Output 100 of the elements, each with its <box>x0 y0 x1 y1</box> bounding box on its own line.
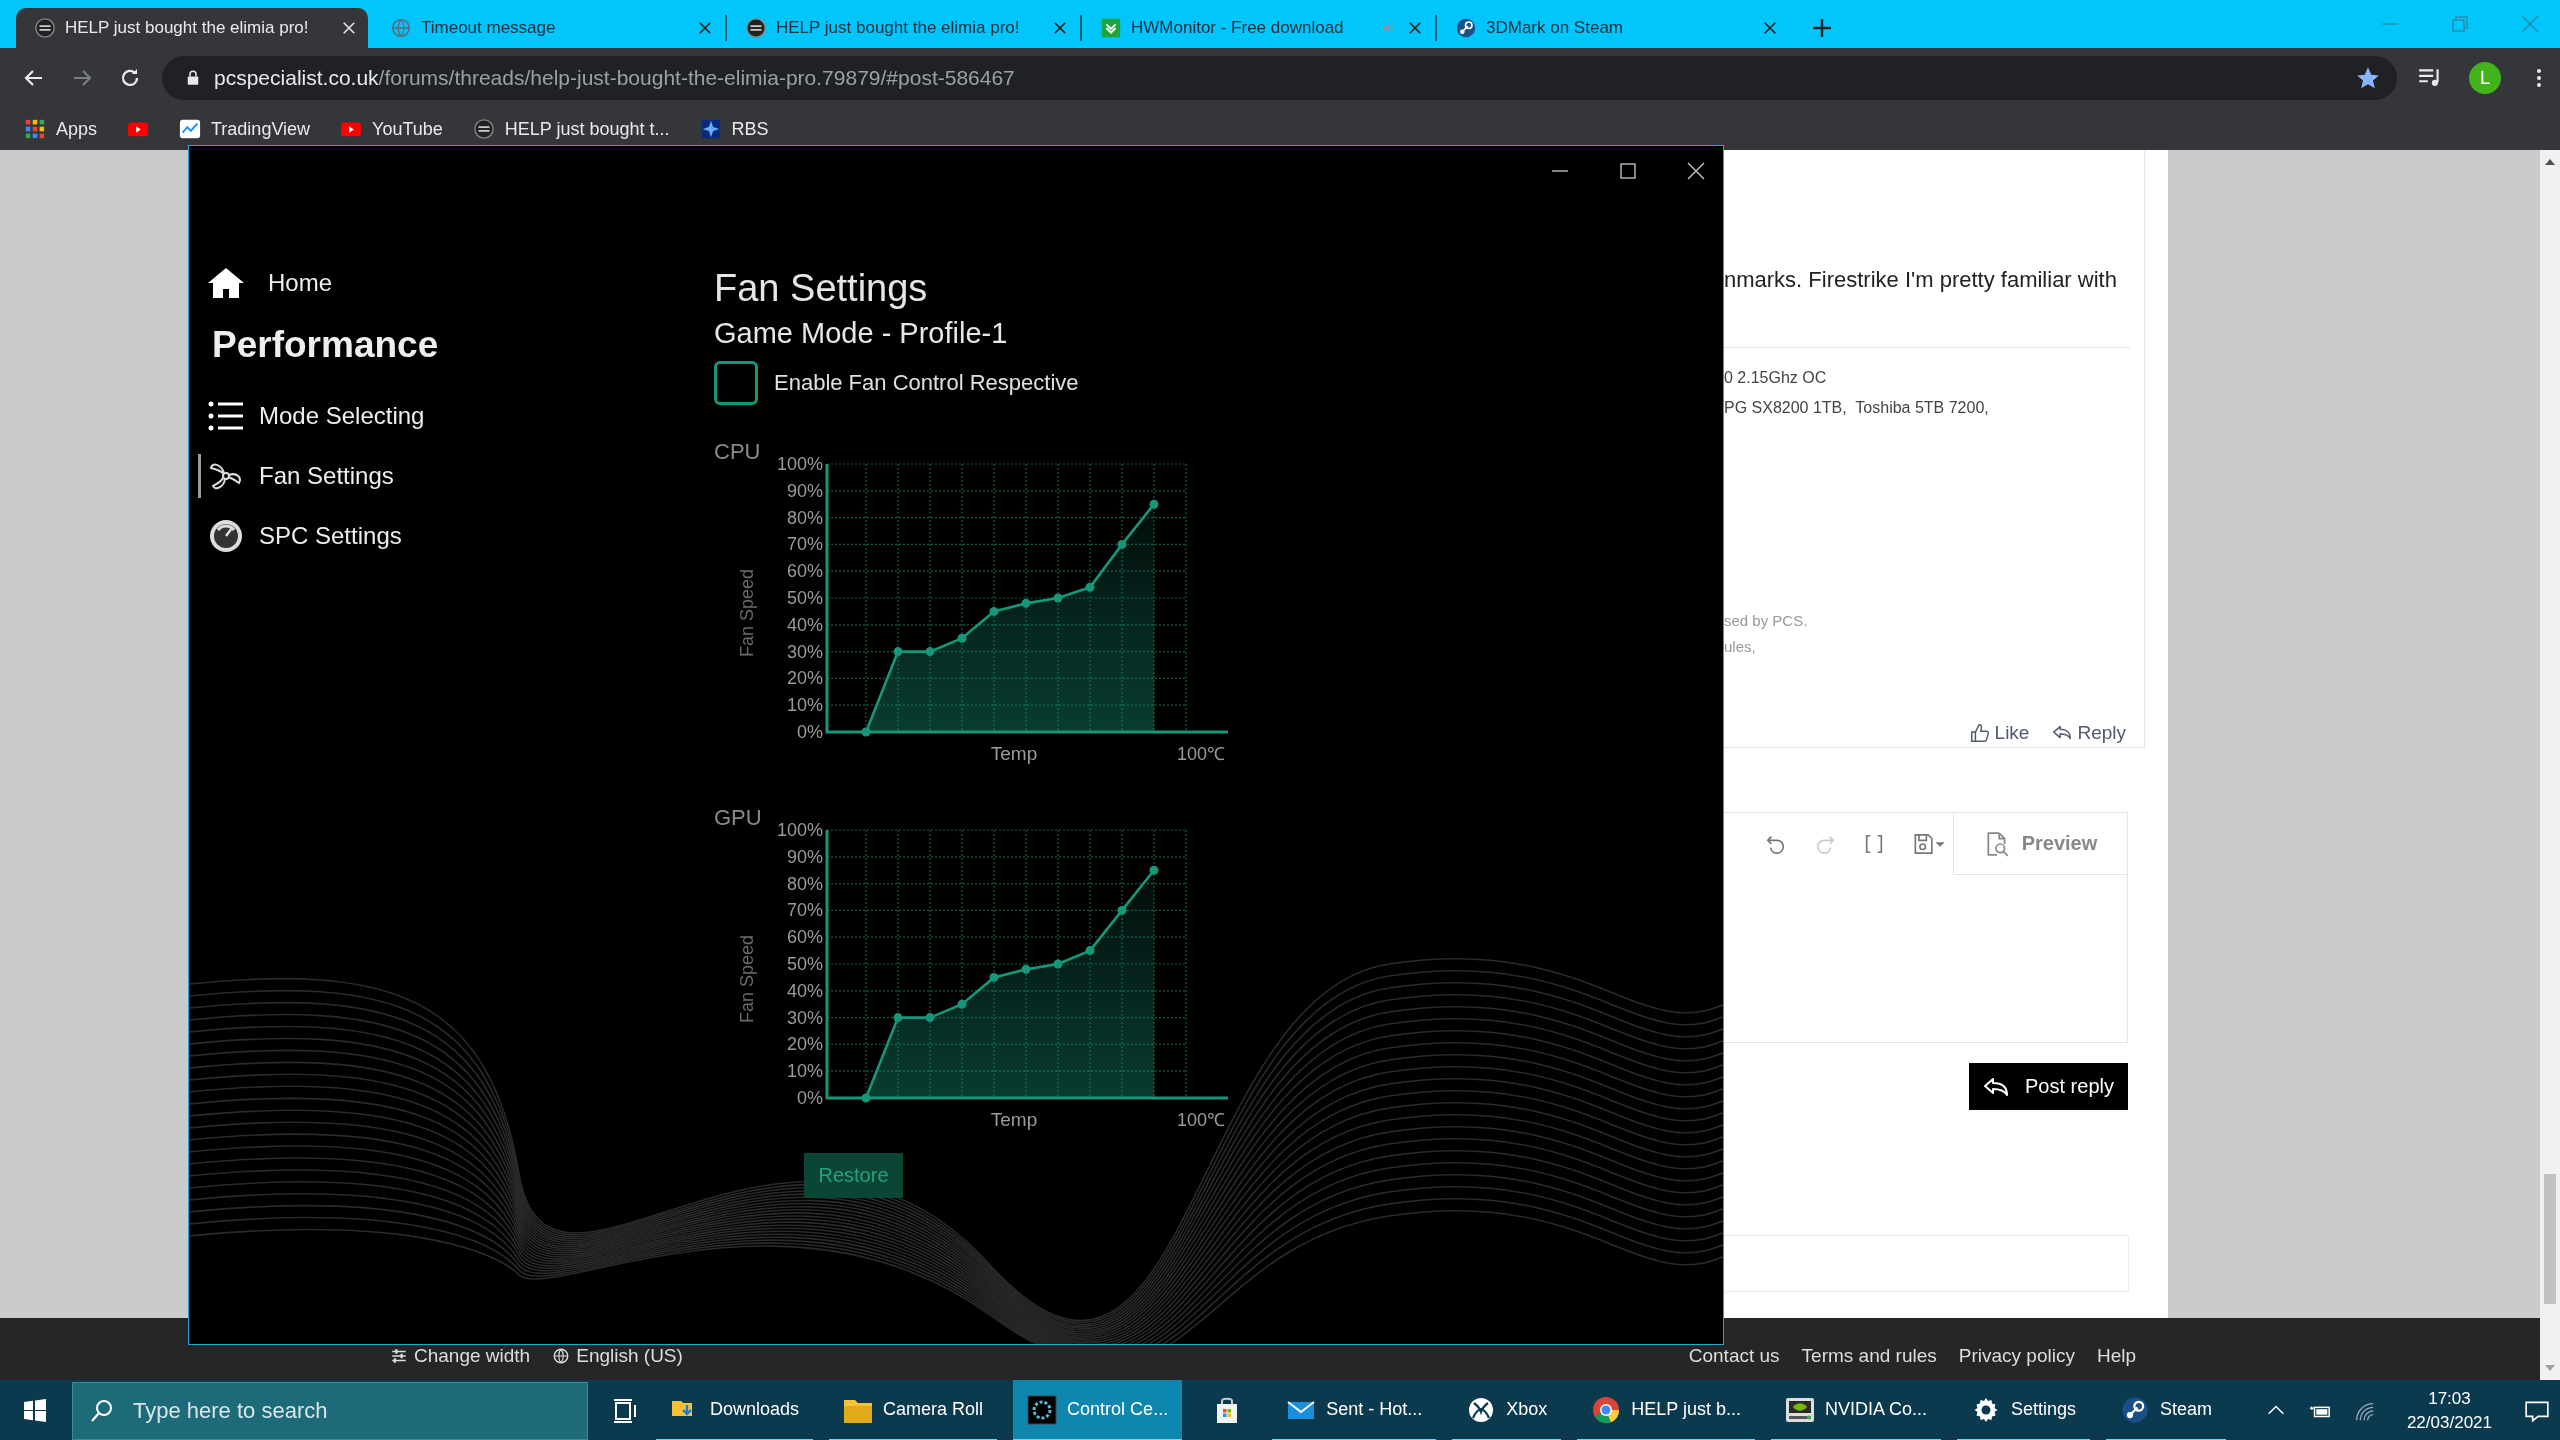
close-icon[interactable] <box>1053 21 1067 35</box>
checkbox-square[interactable] <box>714 361 758 405</box>
curve-point[interactable] <box>861 1093 871 1103</box>
taskbar-app[interactable]: HELP just b... <box>1577 1380 1755 1440</box>
home-link[interactable]: Home <box>198 262 701 304</box>
curve-point[interactable] <box>893 647 903 657</box>
curve-point[interactable] <box>989 606 999 616</box>
star-logo-icon <box>699 118 722 140</box>
reply-button[interactable]: Reply <box>2051 722 2126 744</box>
close-icon[interactable] <box>698 21 712 35</box>
taskbar-app[interactable]: Xbox <box>1452 1380 1562 1440</box>
y-axis-label: Fan Speed <box>737 568 757 658</box>
taskbar-app[interactable]: Downloads <box>656 1380 814 1440</box>
footer-link[interactable]: Privacy policy <box>1958 1345 2075 1367</box>
curve-point[interactable] <box>1085 946 1095 956</box>
browser-tab[interactable]: HELP just bought the elimia pro! <box>727 8 1079 48</box>
section-title: Performance <box>212 323 440 367</box>
browser-tab[interactable]: Timeout message <box>372 8 724 48</box>
control-center-icon <box>1027 1394 1058 1425</box>
bookmark[interactable]: HELP just bought t... <box>468 118 674 140</box>
y-tick-label: 10% <box>786 695 823 716</box>
house-icon <box>206 265 246 301</box>
sidebar-item[interactable]: SPC Settings <box>198 514 518 558</box>
new-tab-icon[interactable] <box>1811 17 1833 39</box>
url-text: pcspecialist.co.uk/forums/threads/help-just-bought-the-elimia-pro.79879/#post-586467 <box>214 66 1016 90</box>
clock-time[interactable]: 17:03 <box>2428 1387 2471 1411</box>
apps-grid-icon <box>24 118 46 140</box>
curve-point[interactable] <box>1021 964 1031 974</box>
taskbar-app[interactable]: Control Ce... <box>1013 1380 1183 1440</box>
curve-point[interactable] <box>925 1013 935 1023</box>
browser-tab[interactable]: 3DMark on Steam <box>1437 8 1789 48</box>
y-tick-label: 30% <box>786 1007 823 1028</box>
bookmark-star-icon[interactable] <box>2355 65 2381 91</box>
search-field[interactable]: Type here to search <box>72 1382 588 1440</box>
curve-point[interactable] <box>1021 598 1031 608</box>
bookmark[interactable]: Apps <box>20 118 102 140</box>
maximize-icon[interactable] <box>1619 162 1637 180</box>
bookmark[interactable]: TradingView <box>175 118 315 140</box>
curve-point[interactable] <box>861 727 871 737</box>
sidebar-item[interactable]: Mode Selecting <box>198 394 518 438</box>
address-bar[interactable]: pcspecialist.co.uk/forums/threads/help-just-bought-the-elimia-pro.79879/#post-586467 <box>162 56 2397 100</box>
y-tick-label: 70% <box>786 534 823 555</box>
like-button[interactable]: Like <box>1968 722 2030 744</box>
x-axis-label: Temp <box>990 743 1038 764</box>
curve-point[interactable] <box>1117 905 1127 915</box>
language-link[interactable]: English (US) <box>552 1345 683 1367</box>
scrollbar-thumb[interactable] <box>2544 1174 2556 1304</box>
taskbar-app[interactable]: Settings <box>1957 1380 2091 1440</box>
search-icon <box>89 1398 115 1424</box>
chrome-logo-icon <box>1591 1394 1622 1425</box>
y-tick-label: 90% <box>786 846 823 867</box>
y-tick-label: 80% <box>786 507 823 528</box>
bookmark[interactable]: RBS <box>695 118 773 140</box>
browser-tab[interactable]: HWMonitor - Free download <box>1082 8 1434 48</box>
curve-point[interactable] <box>957 999 967 1009</box>
y-tick-label: 20% <box>786 1034 823 1055</box>
brackets-icon[interactable] <box>1863 833 1885 855</box>
curve-point[interactable] <box>1053 593 1063 603</box>
taskbar-app[interactable]: Steam <box>2106 1380 2227 1440</box>
page-heading: Fan Settings <box>714 266 929 311</box>
clock-date[interactable]: 22/03/2021 <box>2406 1411 2492 1435</box>
sidebar-item[interactable]: Fan Settings <box>198 454 518 498</box>
curve-point[interactable] <box>1085 582 1095 592</box>
close-icon[interactable] <box>1408 21 1422 35</box>
curve-point[interactable] <box>989 972 999 982</box>
change-width-link[interactable]: Change width <box>390 1345 531 1367</box>
steam-logo-icon <box>1455 17 1477 39</box>
footer-link[interactable]: Contact us <box>1688 1345 1780 1367</box>
bookmark[interactable]: YouTube <box>336 118 447 140</box>
scrollbar[interactable] <box>2540 150 2560 1380</box>
curve-point[interactable] <box>925 647 935 657</box>
curve-point[interactable] <box>1149 499 1159 509</box>
y-tick-label: 80% <box>786 873 823 894</box>
post-reply-button[interactable]: Post reply <box>1969 1063 2128 1110</box>
thumbs-up-icon <box>1968 722 1991 744</box>
preview-button[interactable]: Preview <box>1953 813 2127 875</box>
undo-icon[interactable] <box>1765 833 1787 855</box>
curve-point[interactable] <box>893 1013 903 1023</box>
taskbar-app[interactable]: Camera Roll <box>829 1380 998 1440</box>
y-tick-label: 70% <box>786 900 823 921</box>
taskbar-app[interactable]: Sent - Hot... <box>1272 1380 1437 1440</box>
fan-control-checkbox[interactable]: Enable Fan Control Respective <box>714 361 1241 405</box>
curve-point[interactable] <box>957 633 967 643</box>
browser-tab[interactable]: HELP just bought the elimia pro! <box>16 8 368 48</box>
note-text: ules, <box>1724 637 1757 657</box>
curve-point[interactable] <box>1117 539 1127 549</box>
post-text: nmarks. Firestrike I'm pretty familiar with <box>1724 267 2118 293</box>
y-tick-label: 30% <box>786 641 823 662</box>
profile-subheading: Game Mode - Profile-1 <box>714 316 1009 351</box>
x-axis-label: Temp <box>990 1109 1038 1130</box>
taskbar-app[interactable]: NVIDIA Co... <box>1770 1380 1941 1440</box>
editor-box[interactable]: Preview <box>1724 812 2128 1043</box>
y-tick-label: 60% <box>786 927 823 948</box>
chart-title: GPU <box>714 805 762 830</box>
footer-link[interactable]: Terms and rules <box>1801 1345 1937 1367</box>
close-icon[interactable] <box>1763 21 1777 35</box>
curve-point[interactable] <box>1053 959 1063 969</box>
curve-point[interactable] <box>1149 865 1159 875</box>
footer-link[interactable]: Help <box>2096 1345 2136 1367</box>
note-text: sed by PCS. <box>1724 611 1809 631</box>
